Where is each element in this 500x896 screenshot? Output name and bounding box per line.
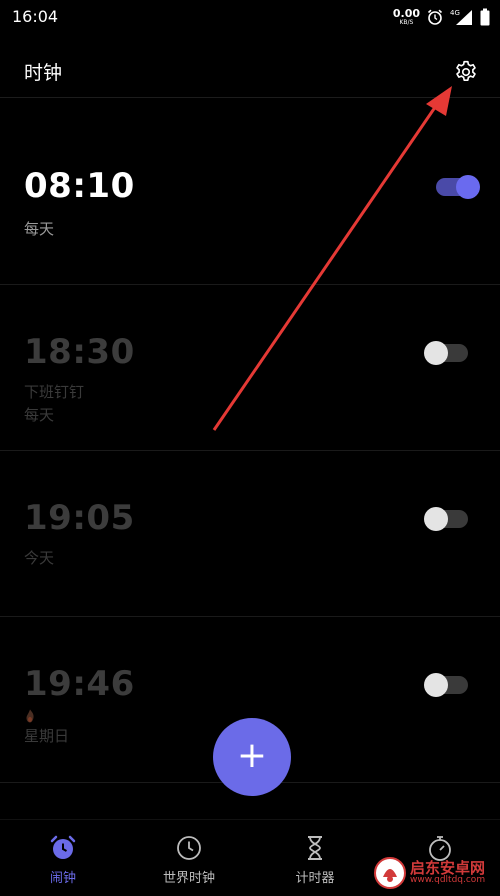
settings-button[interactable]	[452, 58, 480, 86]
gear-icon	[456, 60, 476, 81]
alarm-details: 星期日	[24, 709, 69, 748]
add-alarm-button[interactable]: +	[213, 718, 291, 796]
alarm-list: 08:10 每天 18:30 下班钉钉 每天 19:05 今天 19:46 星期…	[0, 98, 500, 783]
alarm-repeat: 每天	[24, 406, 55, 424]
watermark-name: 启东安卓网	[410, 858, 486, 877]
network-speed-value: 0.00	[392, 7, 420, 20]
signal-icon: 4G	[450, 8, 474, 26]
app-header: 时钟	[0, 34, 500, 98]
tab-label: 闹钟	[49, 871, 76, 886]
status-time: 16:04	[12, 7, 59, 26]
alarm-toggle[interactable]	[436, 175, 480, 199]
alarm-details: 下班钉钉 每天	[24, 381, 84, 427]
tab-label: 计时器	[295, 871, 335, 886]
plus-icon: +	[236, 734, 268, 776]
alarm-time: 08:10	[24, 166, 135, 206]
alarm-toggle[interactable]	[424, 507, 468, 531]
watermark-logo-icon	[374, 857, 406, 889]
status-bar: 16:04 0.00 KB/S 4G	[0, 0, 500, 34]
tab-timer[interactable]: 计时器	[255, 834, 375, 886]
alarm-details: 每天	[24, 218, 54, 241]
alarm-toggle[interactable]	[424, 341, 468, 365]
toggle-knob	[456, 175, 480, 199]
alarm-repeat: 今天	[24, 549, 55, 567]
toggle-knob	[424, 507, 448, 531]
alarm-details: 今天	[24, 547, 54, 570]
alarm-time: 19:05	[24, 498, 135, 538]
watermark-url: www.qdltdq.com	[410, 875, 486, 886]
alarm-item[interactable]: 18:30 下班钉钉 每天	[0, 285, 500, 451]
network-speed: 0.00 KB/S	[393, 8, 420, 26]
alarm-repeat: 每天	[24, 220, 55, 238]
alarm-label: 下班钉钉	[24, 383, 85, 401]
alarm-clock-icon	[426, 8, 444, 26]
alarm-time: 18:30	[24, 332, 135, 372]
status-icons: 0.00 KB/S 4G	[393, 4, 490, 30]
alarm-item[interactable]: 08:10 每天	[0, 98, 500, 285]
hourglass-icon	[308, 836, 322, 860]
watermark-text: 启东安卓网 www.qdltdq.com	[410, 860, 485, 886]
tab-world-clock[interactable]: 世界时钟	[129, 834, 249, 886]
battery-icon	[480, 8, 490, 26]
fire-icon	[26, 709, 34, 723]
clock-icon	[177, 836, 201, 860]
tab-alarm[interactable]: 闹钟	[3, 834, 123, 886]
network-speed-unit: KB/S	[399, 19, 414, 26]
toggle-knob	[424, 341, 448, 365]
alarm-item[interactable]: 19:05 今天	[0, 451, 500, 617]
toggle-knob	[424, 673, 448, 697]
alarm-clock-icon	[50, 835, 76, 859]
alarm-time: 19:46	[24, 664, 135, 704]
tab-label: 世界时钟	[162, 871, 215, 886]
watermark: 启东安卓网 www.qdltdq.com	[374, 852, 498, 894]
alarm-toggle[interactable]	[424, 673, 468, 697]
alarm-repeat: 星期日	[24, 727, 70, 745]
network-type: 4G	[450, 9, 460, 17]
page-title: 时钟	[24, 62, 63, 84]
